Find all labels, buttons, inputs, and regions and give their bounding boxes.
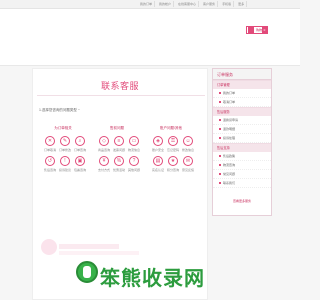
coupon-icon[interactable]: % xyxy=(114,156,124,166)
package-icon[interactable]: ▣ xyxy=(75,156,85,166)
sidebar-item-label: 物流查询 xyxy=(223,163,236,167)
order-item-5[interactable]: 包裹咨询 xyxy=(71,168,89,172)
sidebar-item-cancel-order[interactable]: 取消订单 xyxy=(213,98,271,107)
top-bar: 我的订单 我的帐户 在线客服中心 客户服务 手机版 更多 xyxy=(0,0,300,9)
cart-count-badge: 0 xyxy=(262,27,267,33)
other-icon[interactable]: ? xyxy=(129,156,139,166)
site-header: 购物车 0 xyxy=(0,9,300,66)
top-link-customer-service[interactable]: 客户服务 xyxy=(201,1,219,7)
user-edit-icon[interactable]: ☺ xyxy=(183,136,193,146)
sidebar-item-label: 售后政策 xyxy=(223,154,236,158)
account-item-5[interactable]: 意见反馈 xyxy=(179,168,197,172)
watermark-text: 笨熊收录网 xyxy=(100,266,205,290)
complaint-icon[interactable]: ! xyxy=(60,156,70,166)
sidebar-group-aftersale: 售后服务 xyxy=(213,107,271,116)
order-edit-icon[interactable]: ✎ xyxy=(60,136,70,146)
bullet-icon xyxy=(219,101,221,104)
sidebar-item-my-orders[interactable]: 我的订单 xyxy=(213,89,271,98)
payment-icon[interactable]: ¥ xyxy=(99,156,109,166)
top-link-more[interactable]: 更多 xyxy=(236,1,248,7)
presale-item-5[interactable]: 其他问题 xyxy=(125,168,143,172)
bullet-icon xyxy=(219,119,221,122)
page-title: 联系客服 xyxy=(100,81,139,91)
sidebar-item-policy[interactable]: 售后政策 xyxy=(213,152,271,161)
key-icon[interactable]: ⚿ xyxy=(168,136,178,146)
sidebar-item-complaint[interactable]: 投诉处理 xyxy=(213,134,271,143)
sidebar-group-support: 售后支持 xyxy=(213,143,271,152)
top-link-orders[interactable]: 我的订单 xyxy=(138,1,156,7)
product-icon[interactable]: ◇ xyxy=(99,136,109,146)
aftersale-icon[interactable]: ↺ xyxy=(45,156,55,166)
column-title-orders: 为订单相关 xyxy=(54,126,72,130)
top-link-mobile[interactable]: 手机版 xyxy=(220,1,235,7)
bullet-icon xyxy=(219,155,221,158)
service-sidebar: 订单服务 订单管理 我的订单 取消订单 售后服务 退换货申请 退款明细 投诉处理… xyxy=(212,68,272,216)
sidebar-title: 订单服务 xyxy=(213,69,271,80)
order-cancel-icon[interactable]: ✕ xyxy=(45,136,55,146)
feedback-icon[interactable]: ✉ xyxy=(183,156,193,166)
bullet-icon xyxy=(219,137,221,140)
id-card-icon[interactable]: ▤ xyxy=(153,156,163,166)
truck-icon[interactable]: ▭ xyxy=(129,136,139,146)
bullet-icon xyxy=(219,182,221,185)
sidebar-item-label: 退换货申请 xyxy=(223,118,239,122)
shield-icon[interactable]: ◈ xyxy=(153,136,163,146)
title-divider xyxy=(37,95,205,96)
intro-text: 1.选择您咨询的问题类型 ~ xyxy=(39,108,80,112)
column-title-account: 账户问题/其他 xyxy=(160,126,182,130)
presale-item-2[interactable]: 物流信息 xyxy=(125,148,143,152)
order-search-icon[interactable]: ⌕ xyxy=(75,136,85,146)
invoice-icon[interactable]: ≡ xyxy=(114,136,124,146)
faded-text-line-2 xyxy=(59,251,139,255)
sidebar-item-label: 我的订单 xyxy=(223,91,236,95)
bullet-icon xyxy=(219,173,221,176)
watermark-logo-glyph xyxy=(83,266,91,278)
top-link-service-center[interactable]: 在线客服中心 xyxy=(176,1,200,7)
order-item-2[interactable]: 订单查询 xyxy=(71,148,89,152)
sidebar-item-return-request[interactable]: 退换货申请 xyxy=(213,116,271,125)
top-nav: 我的订单 我的帐户 在线客服中心 客户服务 手机版 更多 xyxy=(138,1,248,7)
sidebar-item-contact[interactable]: 联系我们 xyxy=(213,179,271,188)
account-item-2[interactable]: 修改信息 xyxy=(179,148,197,152)
sidebar-item-label: 联系我们 xyxy=(223,181,236,185)
sidebar-item-label: 投诉处理 xyxy=(223,136,236,140)
mascot-image xyxy=(41,239,57,255)
bullet-icon xyxy=(219,92,221,95)
top-link-account[interactable]: 我的帐户 xyxy=(157,1,175,7)
sidebar-item-refund[interactable]: 退款明细 xyxy=(213,125,271,134)
faded-text-line xyxy=(59,244,119,249)
sidebar-more-link[interactable]: 查看更多服务 xyxy=(212,196,272,206)
bullet-icon xyxy=(219,128,221,131)
sidebar-item-label: 常见问题 xyxy=(223,172,236,176)
bullet-icon xyxy=(219,164,221,167)
sidebar-item-label: 退款明细 xyxy=(223,127,236,131)
sidebar-item-faq[interactable]: 常见问题 xyxy=(213,170,271,179)
column-title-presale: 售前问题 xyxy=(110,126,124,130)
sidebar-item-logistics[interactable]: 物流查询 xyxy=(213,161,271,170)
points-icon[interactable]: ★ xyxy=(168,156,178,166)
cart-icon xyxy=(248,27,254,33)
sidebar-item-label: 取消订单 xyxy=(223,100,236,104)
sidebar-group-orders: 订单管理 xyxy=(213,80,271,89)
